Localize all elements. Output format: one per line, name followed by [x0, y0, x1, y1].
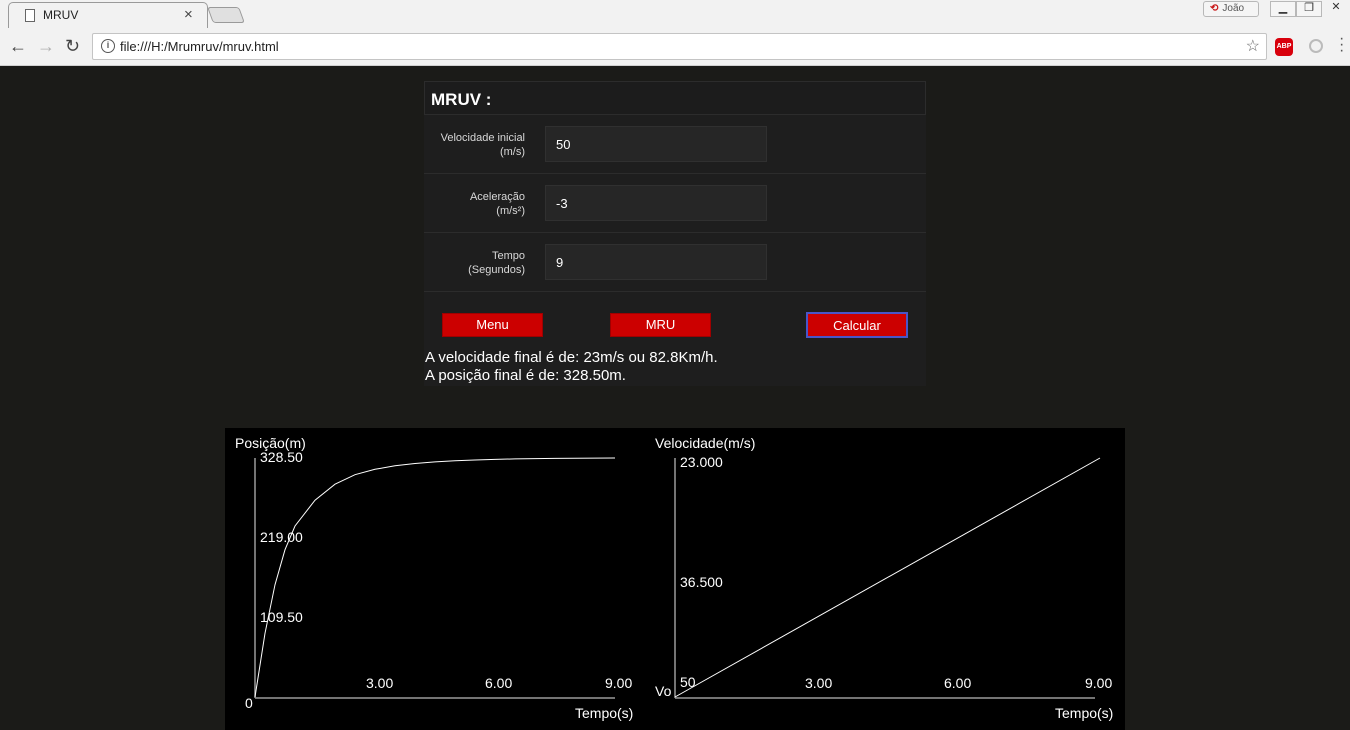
posicao-x-tick: 9.00: [605, 675, 632, 691]
posicao-x-tick: 6.00: [485, 675, 512, 691]
url-text[interactable]: file:///H:/Mrumruv/mruv.html: [120, 39, 279, 54]
tab-close-icon[interactable]: ×: [184, 6, 193, 23]
menu-button[interactable]: Menu: [442, 313, 543, 337]
velocidade-inicial-input[interactable]: [545, 126, 767, 162]
velocidade-ylabel: Velocidade(m/s): [655, 435, 755, 451]
result-velocidade: A velocidade final é de: 23m/s ou 82.8Km…: [425, 349, 718, 366]
browser-menu-icon[interactable]: · · ·: [1339, 31, 1344, 59]
bookmark-star-icon[interactable]: ☆: [1246, 36, 1260, 56]
velocidade-xlabel: Tempo(s): [1055, 705, 1113, 721]
minimize-icon[interactable]: ▁: [1270, 1, 1296, 17]
aceleracao-input[interactable]: [545, 185, 767, 221]
velocidade-x-tick: 3.00: [805, 675, 832, 691]
label-line: Aceleração: [469, 191, 525, 203]
browser-titlebar: MRUV × ⟲ João ▁ ❐ ✕: [0, 0, 1350, 28]
charts-area: Posição(m) Tempo(s) 0 109.50 219.00 328.50 3.0…: [225, 428, 1125, 730]
velocidade-origin-label: Vo: [655, 683, 672, 699]
posicao-origin-label: 0: [245, 695, 253, 711]
field-label: Velocidade inicial (m/s): [424, 131, 525, 159]
velocidade-series-line: [674, 457, 1101, 698]
info-icon[interactable]: i: [101, 39, 115, 53]
posicao-xlabel: Tempo(s): [575, 705, 633, 721]
velocidade-y-tick: 36.500: [680, 574, 723, 590]
extension-icon[interactable]: [1309, 39, 1323, 53]
back-arrow-icon[interactable]: ←: [9, 36, 27, 57]
tab-title: MRUV: [43, 8, 79, 22]
page-title: MRUV :: [424, 81, 926, 115]
profile-name: João: [1222, 3, 1245, 14]
form-row-tempo: Tempo (Segundos): [424, 233, 926, 292]
label-unit: (m/s): [499, 146, 525, 158]
adblock-extension-icon[interactable]: ABP: [1275, 38, 1293, 56]
charts-svg: Posição(m)Tempo(s)0109.50219.00328.503.0…: [235, 435, 1113, 721]
posicao-y-tick: 109.50: [260, 609, 303, 625]
label-unit: (Segundos): [468, 264, 525, 276]
label-unit: (m/s²): [496, 205, 525, 217]
window-close-icon[interactable]: ✕: [1322, 1, 1350, 17]
browser-tab[interactable]: MRUV ×: [8, 2, 208, 28]
field-label: Tempo (Segundos): [424, 249, 525, 277]
mruv-form-panel: MRUV : Velocidade inicial (m/s) Aceleraç…: [424, 81, 926, 386]
form-row-velocidade: Velocidade inicial (m/s): [424, 115, 926, 174]
profile-icon: ⟲: [1210, 3, 1219, 14]
posicao-series-line: [254, 457, 616, 698]
reload-icon[interactable]: ↻: [65, 36, 80, 57]
posicao-y-tick: 328.50: [260, 449, 303, 465]
result-posicao: A posição final é de: 328.50m.: [425, 367, 626, 384]
browser-toolbar: ← → ↻ i file:///H:/Mrumruv/mruv.html ☆ A…: [0, 28, 1350, 66]
profile-button[interactable]: ⟲ João: [1203, 1, 1259, 17]
new-tab-button[interactable]: [207, 7, 245, 23]
document-icon: [25, 9, 35, 22]
velocidade-x-tick: 9.00: [1085, 675, 1112, 691]
label-line: Tempo: [491, 250, 525, 262]
velocidade-y-tick: 23.000: [680, 454, 723, 470]
label-line: Velocidade inicial: [440, 132, 525, 144]
restore-icon[interactable]: ❐: [1296, 1, 1322, 17]
velocidade-y-tick: 50: [680, 674, 696, 690]
posicao-x-tick: 3.00: [366, 675, 393, 691]
forward-arrow-icon[interactable]: →: [37, 36, 55, 57]
tempo-input[interactable]: [545, 244, 767, 280]
velocidade-x-tick: 6.00: [944, 675, 971, 691]
field-label: Aceleração (m/s²): [424, 190, 525, 218]
address-bar[interactable]: i file:///H:/Mrumruv/mruv.html ☆: [92, 33, 1267, 60]
form-row-aceleracao: Aceleração (m/s²): [424, 174, 926, 233]
posicao-y-tick: 219.00: [260, 529, 303, 545]
mru-button[interactable]: MRU: [610, 313, 711, 337]
calcular-button[interactable]: Calcular: [806, 312, 908, 338]
